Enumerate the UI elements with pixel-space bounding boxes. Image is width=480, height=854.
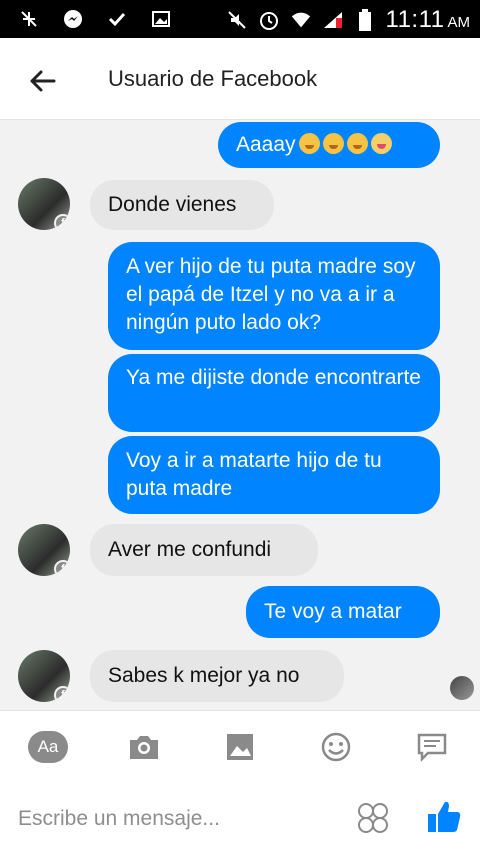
message-bubble-outgoing[interactable]: Voy a ir a matarte hijo de tu puta madre — [108, 436, 440, 514]
message-bubble-outgoing[interactable]: A ver hijo de tu puta madre soy el papá … — [108, 242, 440, 350]
sticker-icon[interactable] — [356, 801, 390, 835]
message-input[interactable]: Escribe un mensaje... — [18, 807, 220, 831]
message-text: Te voy a matar — [264, 600, 402, 623]
facebook-badge-icon: f — [54, 686, 70, 702]
message-text: Voy a ir a matarte hijo de tu puta madre — [126, 449, 382, 500]
message-text: Aver me confundi — [108, 538, 272, 561]
composer: Aa Escribe un mensaje... — [0, 710, 480, 854]
facebook-badge-icon: f — [54, 214, 70, 230]
back-arrow-icon[interactable] — [26, 64, 60, 98]
emoji-icon — [346, 133, 368, 154]
mute-icon — [226, 9, 248, 31]
facebook-badge-icon: f — [54, 560, 70, 576]
message-text: Ya me dijiste donde encontrarte — [126, 366, 421, 389]
emoji-icon — [370, 133, 392, 154]
conversation-title: Usuario de Facebook — [108, 66, 318, 91]
message-text: Sabes k mejor ya no — [108, 664, 300, 687]
battery-icon — [354, 9, 376, 31]
signal-off-icon — [18, 8, 40, 30]
avatar[interactable]: f — [18, 524, 70, 576]
text-format-button[interactable]: Aa — [28, 731, 68, 763]
message-bubble-incoming[interactable]: Aver me confundi — [90, 524, 318, 576]
image-notification-icon — [150, 8, 172, 30]
avatar[interactable]: f — [18, 178, 70, 230]
message-bubble-outgoing[interactable]: Te voy a matar — [246, 586, 440, 638]
check-icon — [106, 8, 128, 30]
alarm-icon — [258, 9, 280, 31]
message-list[interactable]: Aaaay f Donde vienes A ver hijo de tu pu… — [0, 120, 480, 710]
emoji-icon[interactable] — [318, 729, 354, 765]
seen-avatar-icon — [450, 676, 474, 700]
image-icon[interactable] — [222, 729, 258, 765]
message-bubble-incoming[interactable]: Sabes k mejor ya no — [90, 650, 344, 702]
thumbs-up-icon[interactable] — [424, 797, 464, 837]
message-text: Donde vienes — [108, 193, 237, 216]
camera-icon[interactable] — [126, 729, 162, 765]
message-text: A ver hijo de tu puta madre soy el papá … — [126, 255, 416, 334]
clock-time: 11:11 — [385, 6, 445, 33]
clock-ampm: AM — [447, 14, 471, 31]
message-bubble-incoming[interactable]: Donde vienes — [90, 180, 274, 230]
avatar[interactable]: f — [18, 650, 70, 702]
cell-signal-icon — [322, 9, 344, 31]
chat-icon[interactable] — [414, 729, 450, 765]
message-bubble-outgoing[interactable]: Ya me dijiste donde encontrarte — [108, 354, 440, 432]
emoji-icon — [322, 133, 344, 154]
conversation-header: Usuario de Facebook — [0, 38, 480, 120]
message-text: Aaaay — [236, 133, 296, 156]
status-bar: 11:11 AM — [0, 0, 480, 38]
wifi-icon — [290, 9, 312, 31]
clock: 11:11 AM — [386, 6, 471, 34]
messenger-icon — [62, 8, 84, 30]
message-bubble-outgoing[interactable]: Aaaay — [218, 122, 440, 168]
emoji-icon — [298, 133, 320, 154]
